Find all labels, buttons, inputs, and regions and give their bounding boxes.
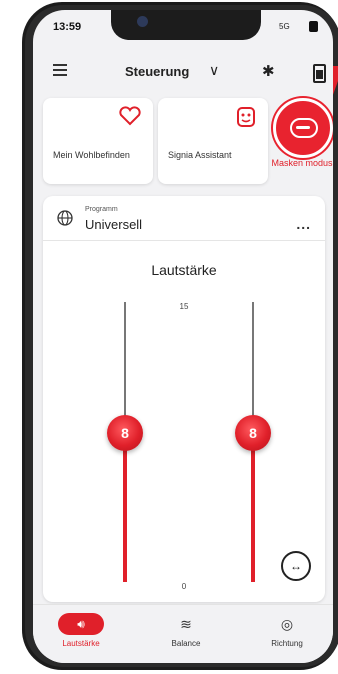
more-options-icon[interactable]: ... — [296, 216, 311, 232]
bottom-nav: 🔊︎ Lautstärke ≋ Balance ◎ Richtung — [33, 604, 333, 663]
program-selector[interactable]: Programm Universell ... — [43, 196, 325, 241]
tile-wellbeing-label: Mein Wohlbefinden — [53, 150, 130, 160]
signal-indicator: 5G — [279, 22, 290, 31]
nav-tab-balance[interactable]: ≋ Balance — [146, 613, 226, 648]
status-battery-icon — [309, 21, 318, 32]
tile-wellbeing[interactable]: Mein Wohlbefinden — [43, 98, 153, 184]
nav-tab-direction[interactable]: ◎ Richtung — [247, 613, 327, 648]
left-volume-fill — [123, 432, 127, 582]
hearing-aid-battery-icon[interactable] — [313, 64, 326, 83]
globe-icon — [57, 210, 73, 226]
mask-mode-label: Masken modus — [271, 158, 333, 168]
status-bar: 13:59 5G — [33, 10, 333, 44]
nav-tab-volume[interactable]: 🔊︎ Lautstärke — [41, 613, 121, 648]
page: 13:59 5G Steuerung ∨ ✱ Mein Wohlbefinden — [0, 0, 338, 674]
nav-volume-label: Lautstärke — [62, 639, 100, 648]
nav-balance-label: Balance — [171, 639, 201, 648]
bluetooth-icon: ✱ — [262, 63, 275, 80]
notch — [111, 10, 261, 40]
program-value: Universell — [85, 217, 143, 232]
menu-icon[interactable] — [53, 64, 67, 76]
tile-assistant-label: Signia Assistant — [168, 150, 232, 160]
assistant-face-icon — [236, 106, 256, 134]
mask-icon — [290, 118, 318, 138]
nav-direction-label: Richtung — [271, 639, 303, 648]
volume-card: Programm Universell ... Lautstärke 15 0 … — [43, 196, 325, 602]
front-camera — [137, 16, 148, 27]
right-volume-fill — [251, 432, 255, 582]
app-screen: 13:59 5G Steuerung ∨ ✱ Mein Wohlbefinden — [33, 10, 333, 663]
left-volume-knob[interactable]: 8 — [107, 414, 143, 451]
volume-scale-max: 15 — [179, 302, 189, 311]
status-time: 13:59 — [53, 21, 82, 33]
mask-mode-button[interactable] — [273, 98, 333, 158]
volume-scale-min: 0 — [181, 582, 187, 591]
chevron-down-icon[interactable]: ∨ — [209, 62, 219, 79]
volume-title: Lautstärke — [151, 262, 217, 278]
heart-icon — [119, 106, 141, 132]
app-header: Steuerung ∨ ✱ — [33, 54, 333, 90]
tile-signia-assistant[interactable]: Signia Assistant — [158, 98, 268, 184]
page-title[interactable]: Steuerung — [125, 64, 189, 79]
direction-icon: ◎ — [280, 616, 294, 632]
right-volume-knob[interactable]: 8 — [235, 414, 271, 451]
balance-icon: ≋ — [180, 616, 192, 632]
program-caption: Programm — [85, 206, 118, 213]
link-sides-icon[interactable]: ↔ — [281, 551, 311, 581]
speaker-icon: 🔊︎ — [58, 613, 104, 635]
